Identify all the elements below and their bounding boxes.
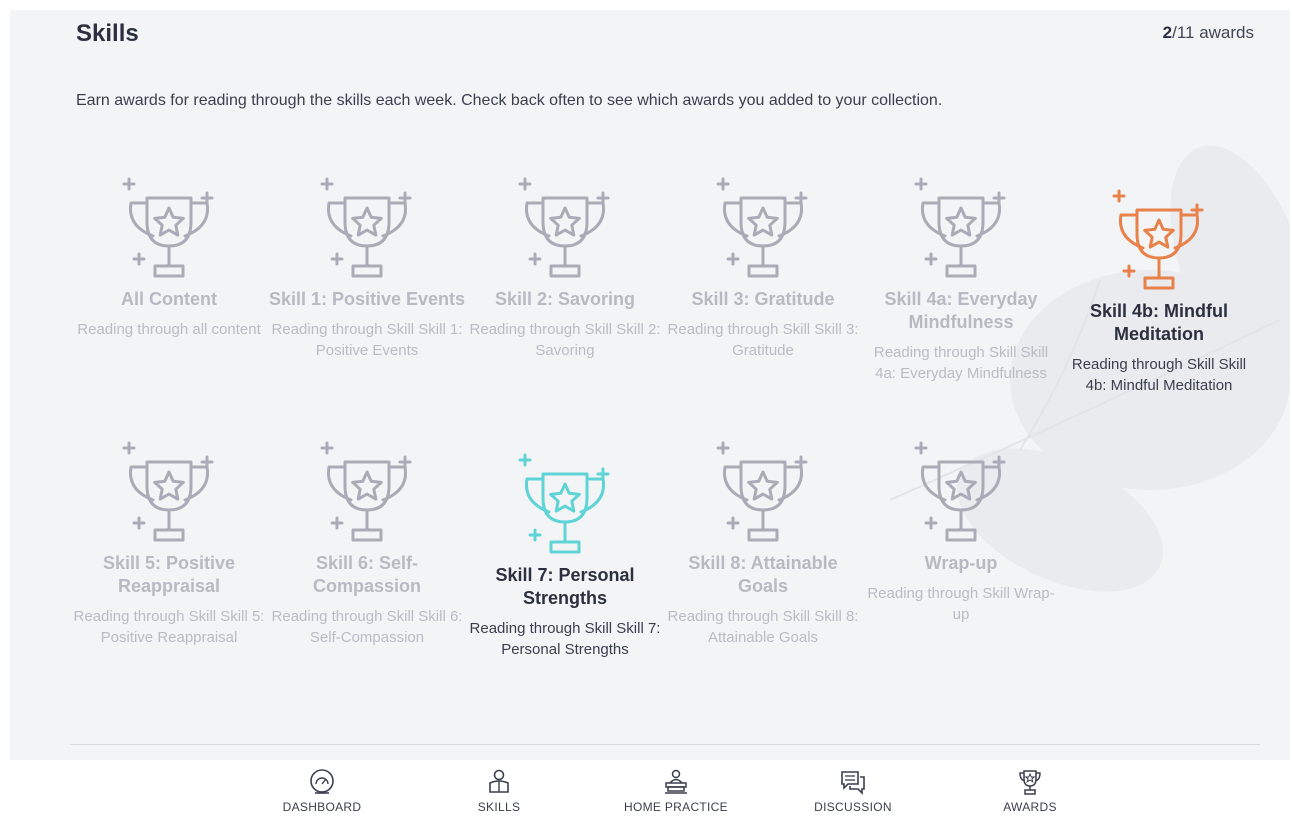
award-card: All Content Reading through all content [70, 170, 268, 340]
award-card: Skill 7: Personal Strengths Reading throu… [466, 446, 664, 660]
award-name: Skill 5: Positive Reappraisal [102, 553, 236, 596]
page-title: Skills [76, 20, 139, 47]
trophy-icon [518, 177, 610, 278]
awards-trophy-icon [1019, 770, 1041, 795]
nav-dashboard[interactable]: DASHBOARD [247, 762, 397, 814]
award-name: Skill 2: Savoring [494, 289, 636, 309]
award-description: Reading through Skill Skill 8: Attainabl… [667, 608, 859, 646]
divider [70, 744, 1260, 745]
award-description: Reading through Skill Skill 5: Positive … [73, 608, 265, 646]
discussion-icon [841, 771, 865, 795]
trophy-icon [1112, 189, 1204, 290]
nav-label: DISCUSSION [814, 800, 892, 814]
nav-label: DASHBOARD [282, 800, 362, 814]
award-description: Reading through Skill Skill 2: Savoring [469, 321, 661, 359]
bottom-nav: DASHBOARD SKILLS HOME PRACTICE DISCUSSIO… [0, 762, 1292, 817]
award-name: Skill 4a: Everyday Mindfulness [884, 289, 1038, 332]
award-description: Reading through Skill Skill 3: Gratitude [667, 321, 859, 359]
award-description: Reading through Skill Wrap-up [867, 585, 1055, 623]
nav-home-practice[interactable]: HOME PRACTICE [601, 762, 751, 814]
award-card: Wrap-up Reading through Skill Wrap-up [862, 434, 1060, 625]
trophy-icon [320, 441, 412, 542]
trophy-icon [122, 177, 214, 278]
nav-label: SKILLS [477, 800, 521, 814]
nav-discussion[interactable]: DISCUSSION [778, 762, 928, 814]
dashboard-gauge-icon [310, 769, 334, 794]
award-card: Skill 8: Attainable Goals Reading through… [664, 434, 862, 648]
trophy-icon [716, 177, 808, 278]
award-card: Skill 6: Self-Compassion Reading through … [268, 434, 466, 648]
intro-text: Earn awards for reading through the skil… [76, 92, 943, 109]
awards-total-label: /11 awards [1172, 23, 1254, 42]
award-name: Skill 1: Positive Events [268, 289, 466, 309]
trophy-icon [320, 177, 412, 278]
award-description: Reading through all content [77, 321, 261, 338]
award-card: Skill 1: Positive Events Reading through … [268, 170, 466, 361]
trophy-icon [716, 441, 808, 542]
award-name: Skill 7: Personal Strengths [495, 565, 635, 608]
awards-panel: Skills 2/11 awards Earn awards for readi… [10, 10, 1290, 760]
award-card: Skill 2: Savoring Reading through Skill S… [466, 170, 664, 361]
award-description: Reading through Skill Skill 4a: Everyday… [873, 344, 1049, 382]
award-card: Skill 3: Gratitude Reading through Skill … [664, 170, 862, 361]
award-description: Reading through Skill Skill 1: Positive … [271, 321, 463, 359]
award-name: Skill 4b: Mindful Meditation [1090, 301, 1228, 344]
award-name: Skill 6: Self-Compassion [312, 553, 422, 596]
award-name: Skill 8: Attainable Goals [688, 553, 838, 596]
award-description: Reading through Skill Skill 7: Personal … [469, 620, 661, 658]
trophy-icon [518, 453, 610, 554]
nav-label: AWARDS [1003, 800, 1057, 814]
nav-skills[interactable]: SKILLS [424, 762, 574, 814]
award-name: Skill 3: Gratitude [691, 289, 835, 309]
trophy-icon [914, 441, 1006, 542]
award-description: Reading through Skill Skill 6: Self-Comp… [271, 608, 463, 646]
nav-awards[interactable]: AWARDS [955, 762, 1105, 814]
award-card: Skill 5: Positive Reappraisal Reading thr… [70, 434, 268, 648]
award-card: Skill 4a: Everyday Mindfulness Reading th… [862, 170, 1060, 384]
skills-person-icon [489, 769, 509, 793]
award-card: Skill 4b: Mindful Meditation Reading thro… [1060, 182, 1258, 396]
award-name: All Content [121, 289, 217, 309]
award-description: Reading through Skill Skill 4b: Mindful … [1071, 356, 1247, 394]
award-name: Wrap-up [924, 553, 998, 573]
awards-earned-count: 2 [1162, 23, 1173, 42]
home-practice-icon [665, 769, 687, 794]
awards-count: 2/11 awards [1163, 23, 1254, 43]
nav-label: HOME PRACTICE [624, 800, 728, 814]
trophy-icon [914, 177, 1006, 278]
trophy-icon [122, 441, 214, 542]
